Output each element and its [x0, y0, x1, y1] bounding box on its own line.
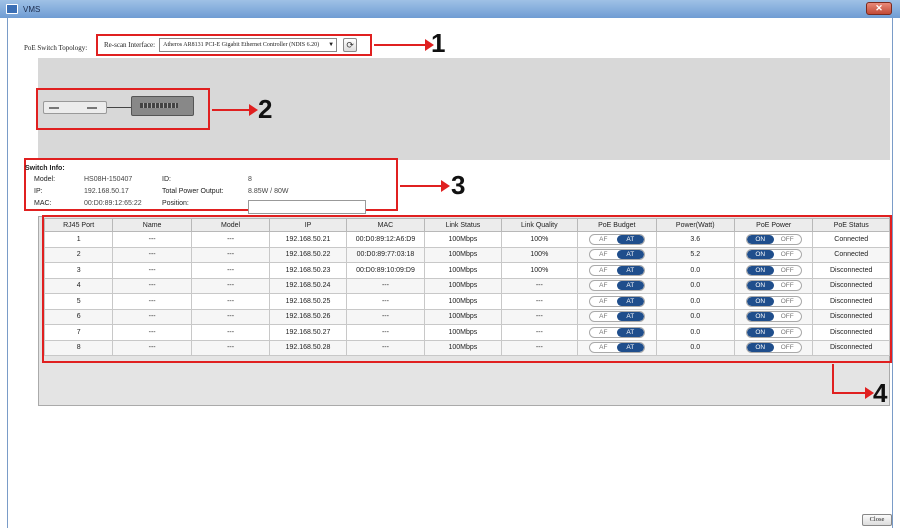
callout-number-2: 2 — [258, 94, 273, 124]
callout-number-1: 1 — [431, 28, 446, 58]
callout-arrow-1 — [374, 39, 434, 51]
window-close-button[interactable]: ✕ — [866, 2, 892, 15]
power-output-label: Total Power Output: — [162, 188, 224, 195]
mac-value: 00:D0:89:12:65:22 — [84, 200, 142, 207]
ip-value: 192.168.50.17 — [84, 188, 129, 195]
power-output-value: 8.85W / 80W — [248, 188, 289, 195]
ip-label: IP: — [34, 188, 43, 195]
switch-info-title: Switch Info: — [25, 165, 65, 172]
interface-label: Re-scan Interface: — [104, 41, 156, 49]
position-label: Position: — [162, 200, 189, 207]
callout-arrow-4 — [832, 387, 874, 399]
interface-select[interactable]: Atheros AR8131 PCI-E Gigabit Ethernet Co… — [159, 38, 338, 52]
position-input[interactable] — [248, 200, 366, 214]
id-value: 8 — [248, 176, 252, 183]
callout-number-3: 3 — [451, 170, 466, 200]
callout-arrow-2 — [212, 104, 258, 116]
close-button[interactable]: Close — [862, 514, 892, 526]
nvr-device-icon[interactable] — [43, 101, 107, 114]
chevron-down-icon: ▼ — [328, 42, 335, 48]
app-icon — [6, 4, 18, 14]
id-label: ID: — [162, 176, 171, 183]
interface-selected-value: Atheros AR8131 PCI-E Gigabit Ethernet Co… — [163, 42, 320, 48]
topology-link-line — [107, 107, 131, 108]
window-title: VMS — [23, 4, 41, 14]
mac-label: MAC: — [34, 200, 52, 207]
interface-callout-box: Re-scan Interface: Atheros AR8131 PCI-E … — [96, 34, 372, 56]
poe-switch-icon[interactable] — [131, 96, 194, 116]
model-label: Model: — [34, 176, 56, 183]
model-value: HS08H-150407 — [84, 176, 133, 183]
callout-number-4: 4 — [873, 378, 888, 408]
refresh-icon[interactable]: ⟳ — [343, 38, 358, 52]
callout-arrow-3 — [400, 180, 450, 192]
table-callout-box — [42, 215, 892, 363]
topology-label: PoE Switch Topology: — [24, 44, 88, 52]
title-bar: VMS ✕ — [0, 0, 900, 18]
callout-line-4 — [832, 364, 834, 394]
